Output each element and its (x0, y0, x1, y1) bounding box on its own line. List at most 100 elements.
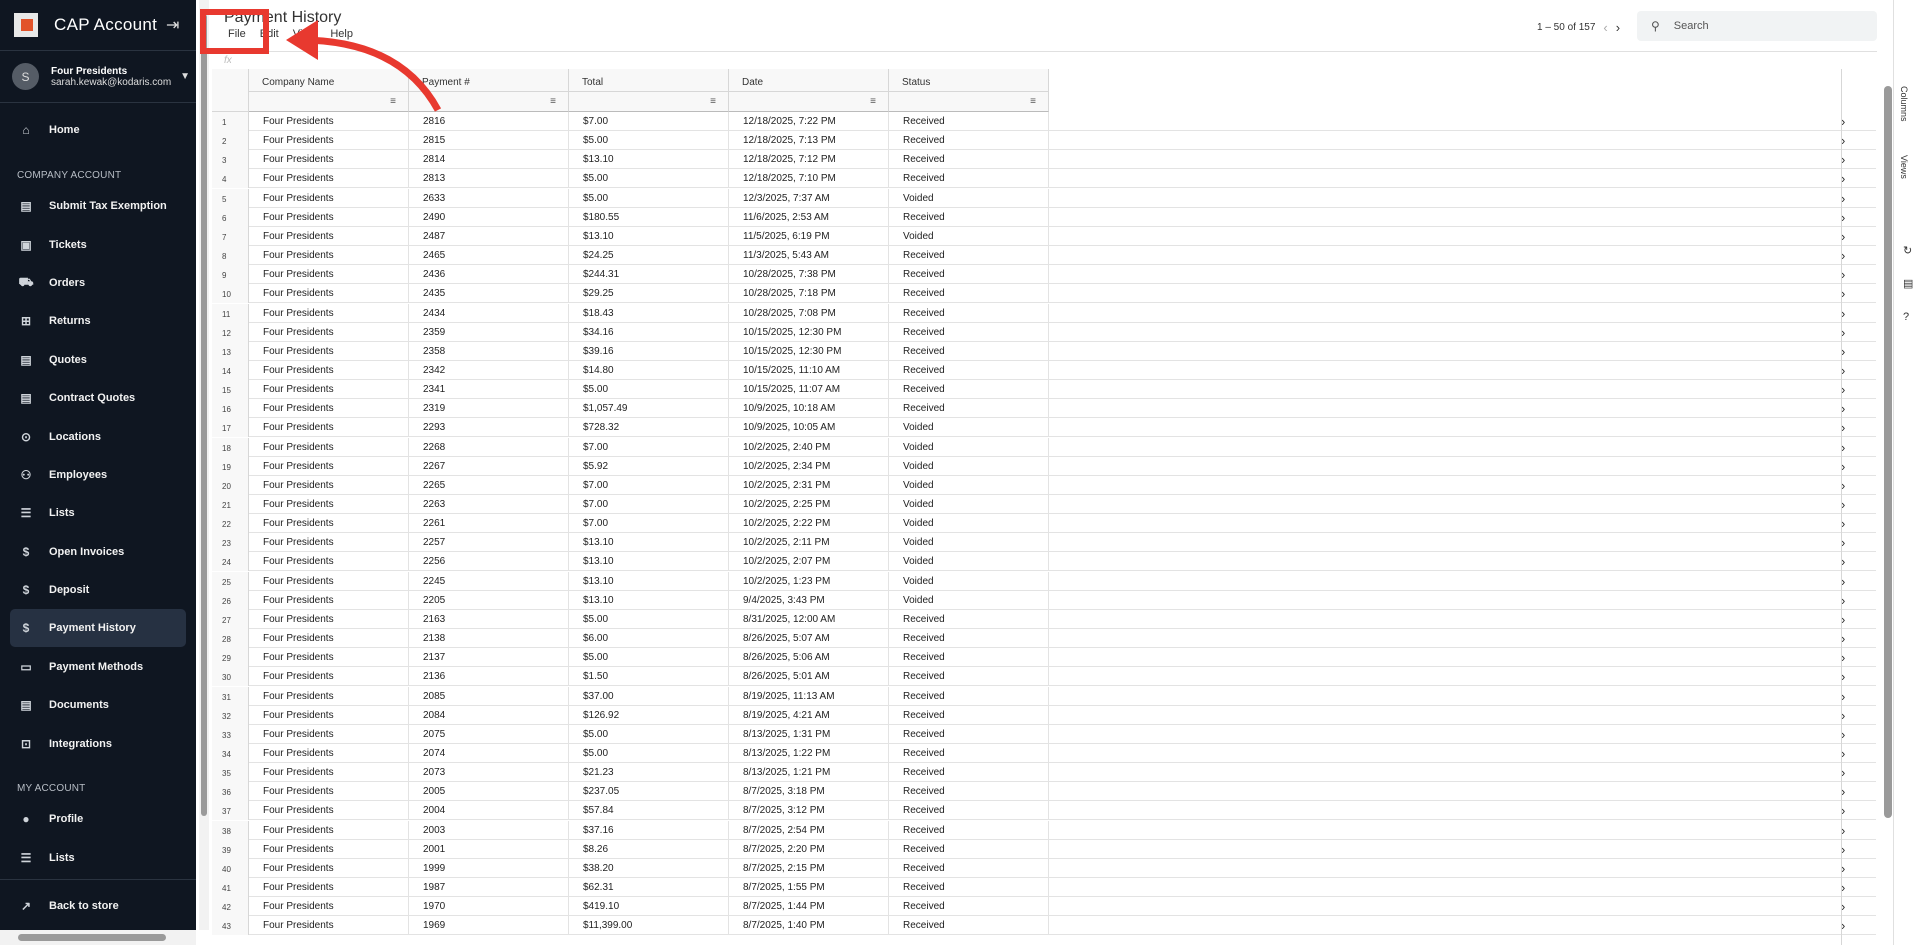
columns-tab[interactable]: Columns (1899, 86, 1909, 122)
menu-view[interactable]: View (293, 28, 317, 40)
sidebar-item-employees[interactable]: ⚇ Employees (10, 456, 186, 494)
table-row[interactable]: 3 Four Presidents 2814 $13.10 12/18/2025, 7:… (212, 150, 1876, 170)
table-row[interactable]: 42 Four Presidents 1970 $419.10 8/7/2025, 1:… (212, 897, 1876, 917)
logout-icon[interactable]: ⇥ (166, 15, 186, 35)
table-cell[interactable]: Four Presidents (249, 514, 409, 534)
table-cell[interactable]: $13.10 (569, 552, 729, 572)
table-cell[interactable]: Received (889, 284, 1049, 304)
table-cell[interactable]: Received (889, 629, 1049, 649)
table-cell[interactable]: 2341 (409, 380, 569, 400)
table-cell[interactable]: 2267 (409, 456, 569, 476)
table-cell[interactable]: Four Presidents (249, 246, 409, 266)
table-cell[interactable]: Four Presidents (249, 265, 409, 285)
table-cell[interactable]: 10/2/2025, 2:25 PM (729, 495, 889, 514)
table-cell[interactable]: Four Presidents (249, 897, 409, 917)
table-cell[interactable]: 12/18/2025, 7:22 PM (729, 112, 889, 131)
table-cell[interactable]: Voided (889, 533, 1049, 553)
table-cell[interactable]: $11,399.00 (569, 916, 729, 936)
table-cell[interactable]: 8/19/2025, 4:21 AM (729, 705, 889, 725)
table-cell[interactable]: Received (889, 360, 1049, 380)
column-header-company-name[interactable]: Company Name (249, 69, 409, 92)
table-cell[interactable]: $29.25 (569, 284, 729, 304)
table-row[interactable]: 11 Four Presidents 2434 $18.43 10/28/2025, 7… (212, 303, 1876, 323)
table-row[interactable]: 26 Four Presidents 2205 $13.10 9/4/2025, 3:4… (212, 590, 1876, 610)
table-cell[interactable]: Four Presidents (249, 820, 409, 840)
table-cell[interactable]: Four Presidents (249, 743, 409, 763)
table-cell[interactable]: 10/15/2025, 11:10 AM (729, 360, 889, 380)
table-cell[interactable]: 2813 (409, 169, 569, 189)
table-row[interactable]: 12 Four Presidents 2359 $34.16 10/15/2025, 1… (212, 322, 1876, 342)
table-cell[interactable]: Received (889, 801, 1049, 821)
table-cell[interactable]: Four Presidents (249, 169, 409, 189)
table-cell[interactable]: Four Presidents (249, 131, 409, 151)
table-cell[interactable]: 2084 (409, 705, 569, 725)
table-cell[interactable]: $13.10 (569, 590, 729, 610)
sidebar-item-tickets[interactable]: ▣ Tickets (10, 226, 186, 264)
table-cell[interactable]: 2004 (409, 801, 569, 821)
table-cell[interactable]: $5.92 (569, 456, 729, 476)
table-row[interactable]: 24 Four Presidents 2256 $13.10 10/2/2025, 2:… (212, 552, 1876, 572)
table-row[interactable]: 18 Four Presidents 2268 $7.00 10/2/2025, 2:4… (212, 437, 1876, 457)
table-cell[interactable]: 8/7/2025, 1:55 PM (729, 878, 889, 897)
table-row[interactable]: 40 Four Presidents 1999 $38.20 8/7/2025, 2:1… (212, 858, 1876, 878)
table-cell[interactable]: Received (889, 705, 1049, 725)
table-cell[interactable]: 11/5/2025, 6:19 PM (729, 226, 889, 246)
table-row[interactable]: 21 Four Presidents 2263 $7.00 10/2/2025, 2:2… (212, 495, 1876, 514)
table-cell[interactable]: 10/28/2025, 7:08 PM (729, 303, 889, 323)
table-cell[interactable]: Four Presidents (249, 648, 409, 668)
table-cell[interactable]: Received (889, 743, 1049, 763)
table-cell[interactable]: 2085 (409, 686, 569, 706)
table-row[interactable]: 31 Four Presidents 2085 $37.00 8/19/2025, 11… (212, 686, 1876, 706)
table-cell[interactable]: Received (889, 820, 1049, 840)
filter-icon[interactable]: ≡ (710, 96, 716, 107)
table-cell[interactable]: Received (889, 265, 1049, 285)
table-cell[interactable]: 8/13/2025, 1:22 PM (729, 743, 889, 763)
table-cell[interactable]: 2265 (409, 475, 569, 495)
table-cell[interactable]: $7.00 (569, 514, 729, 534)
table-cell[interactable]: Four Presidents (249, 112, 409, 131)
table-cell[interactable]: $57.84 (569, 801, 729, 821)
table-cell[interactable]: $244.31 (569, 265, 729, 285)
sidebar-item-contract-quotes[interactable]: ▤ Contract Quotes (10, 379, 186, 417)
table-cell[interactable]: 10/2/2025, 2:31 PM (729, 475, 889, 495)
table-cell[interactable]: Received (889, 112, 1049, 131)
table-cell[interactable]: Four Presidents (249, 552, 409, 572)
table-cell[interactable]: $237.05 (569, 782, 729, 802)
table-cell[interactable]: $419.10 (569, 897, 729, 917)
table-cell[interactable]: Four Presidents (249, 629, 409, 649)
table-row[interactable]: 28 Four Presidents 2138 $6.00 8/26/2025, 5:0… (212, 629, 1876, 649)
table-cell[interactable]: 8/7/2025, 3:12 PM (729, 801, 889, 821)
table-cell[interactable]: 12/18/2025, 7:10 PM (729, 169, 889, 189)
table-cell[interactable]: $13.10 (569, 571, 729, 591)
table-cell[interactable]: $5.00 (569, 743, 729, 763)
table-cell[interactable]: $5.00 (569, 188, 729, 208)
table-cell[interactable]: Received (889, 763, 1049, 783)
table-cell[interactable]: Four Presidents (249, 839, 409, 859)
table-cell[interactable]: $728.32 (569, 418, 729, 438)
table-row[interactable]: 43 Four Presidents 1969 $11,399.00 8/7/2025,… (212, 916, 1876, 936)
table-cell[interactable]: $7.00 (569, 437, 729, 457)
table-cell[interactable]: $5.00 (569, 609, 729, 629)
table-cell[interactable]: 10/9/2025, 10:18 AM (729, 399, 889, 419)
table-cell[interactable]: Four Presidents (249, 303, 409, 323)
views-tab[interactable]: Views (1899, 155, 1909, 179)
table-cell[interactable]: 8/19/2025, 11:13 AM (729, 686, 889, 706)
sidebar-item-locations[interactable]: ⊙ Locations (10, 418, 186, 456)
table-cell[interactable]: Four Presidents (249, 782, 409, 802)
table-cell[interactable]: Received (889, 686, 1049, 706)
table-cell[interactable]: Four Presidents (249, 533, 409, 553)
help-icon[interactable]: ? (1903, 311, 1909, 323)
table-row[interactable]: 1 Four Presidents 2816 $7.00 12/18/2025, 7:2… (212, 112, 1876, 131)
table-cell[interactable]: Received (889, 667, 1049, 687)
column-filter[interactable]: ≡ (569, 92, 729, 112)
table-cell[interactable]: Four Presidents (249, 609, 409, 629)
table-cell[interactable]: Four Presidents (249, 858, 409, 878)
table-cell[interactable]: Four Presidents (249, 571, 409, 591)
horizontal-scrollbar-thumb[interactable] (18, 934, 166, 941)
table-row[interactable]: 34 Four Presidents 2074 $5.00 8/13/2025, 1:2… (212, 743, 1876, 763)
table-cell[interactable]: $14.80 (569, 360, 729, 380)
table-cell[interactable]: Four Presidents (249, 380, 409, 400)
table-cell[interactable]: 2261 (409, 514, 569, 534)
table-cell[interactable]: $34.16 (569, 322, 729, 342)
table-cell[interactable]: $39.16 (569, 341, 729, 361)
